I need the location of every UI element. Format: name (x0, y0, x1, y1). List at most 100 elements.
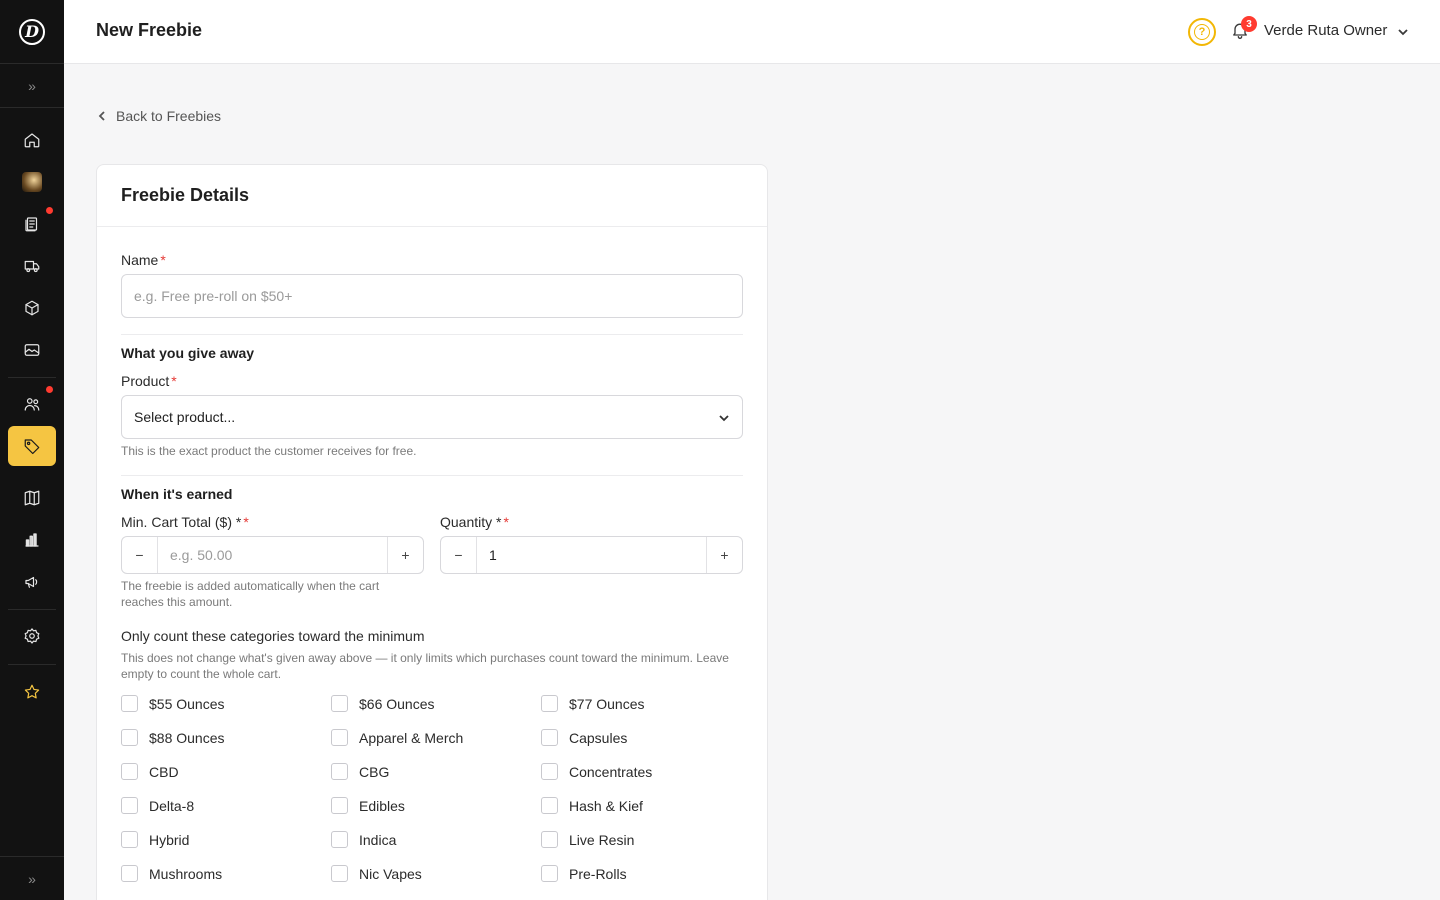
category-checkbox[interactable]: Edibles (331, 797, 405, 814)
min-cart-field[interactable] (158, 537, 387, 573)
chevron-down-icon (718, 411, 730, 423)
sidebar-item-promotions[interactable] (8, 426, 56, 466)
category-checkbox[interactable]: Indica (331, 831, 396, 848)
product-hint: This is the exact product the customer r… (121, 444, 417, 458)
book-icon (24, 490, 40, 506)
checkbox-box[interactable] (541, 797, 558, 814)
min-cart-label: Min. Cart Total ($) * * (121, 514, 249, 530)
checkbox-box[interactable] (541, 831, 558, 848)
checkbox-box[interactable] (121, 763, 138, 780)
min-cart-label-text: Min. Cart Total ($) * (121, 514, 242, 530)
category-checkbox[interactable]: $66 Ounces (331, 695, 435, 712)
checkbox-box[interactable] (331, 729, 348, 746)
sidebar-item-analytics[interactable] (8, 520, 56, 560)
sidebar-item-home[interactable] (8, 120, 56, 160)
checkbox-box[interactable] (121, 831, 138, 848)
categories-title: Only count these categories toward the m… (121, 628, 425, 644)
category-checkbox[interactable]: Hybrid (121, 831, 189, 848)
megaphone-icon (25, 576, 38, 588)
quantity-stepper[interactable]: − + (440, 536, 743, 574)
back-to-freebies-link[interactable]: Back to Freebies (96, 108, 221, 124)
sidebar-item-catalog[interactable] (8, 478, 56, 518)
name-field[interactable] (121, 274, 743, 318)
checkbox-box[interactable] (121, 797, 138, 814)
page-title: New Freebie (96, 20, 203, 40)
category-checkbox[interactable]: CBG (331, 763, 389, 780)
checkbox-box[interactable] (121, 695, 138, 712)
category-checkbox[interactable]: Apparel & Merch (331, 729, 463, 746)
quantity-decrement-button[interactable]: − (441, 537, 477, 573)
min-cart-increment-button[interactable]: + (387, 537, 423, 573)
help-button[interactable]: ? (1188, 18, 1216, 46)
checkbox-box[interactable] (331, 763, 348, 780)
quantity-increment-button[interactable]: + (706, 537, 742, 573)
user-menu[interactable]: Verde Ruta Owner (1264, 22, 1409, 39)
category-checkbox[interactable]: Mushrooms (121, 865, 222, 882)
category-label: Capsules (569, 729, 628, 746)
quantity-field[interactable] (477, 537, 706, 573)
section-divider (121, 475, 743, 476)
tag-icon (24, 439, 40, 455)
checkbox-box[interactable] (541, 729, 558, 746)
sidebar-item-media[interactable] (8, 330, 56, 370)
category-label: Nic Vapes (359, 865, 422, 882)
category-checkbox[interactable]: Nic Vapes (331, 865, 422, 882)
category-checkbox[interactable]: Capsules (541, 729, 627, 746)
quantity-input[interactable] (489, 537, 689, 573)
category-checkbox[interactable]: $77 Ounces (541, 695, 645, 712)
category-checkbox[interactable]: Live Resin (541, 831, 634, 848)
category-label: CBD (149, 763, 179, 780)
app-logo[interactable]: D (0, 0, 64, 64)
sidebar-item-products[interactable] (8, 288, 56, 328)
star-icon (24, 684, 40, 699)
sidebar-divider (8, 377, 56, 378)
min-cart-stepper[interactable]: − + (121, 536, 424, 574)
customers-alert-dot (46, 386, 53, 393)
category-label: Hybrid (149, 831, 190, 848)
category-checkbox[interactable]: $88 Ounces (121, 729, 225, 746)
delivery-icon (24, 260, 40, 273)
name-input[interactable] (134, 275, 730, 317)
checkbox-box[interactable] (541, 865, 558, 882)
collapse-sidebar-icon[interactable]: » (0, 856, 64, 900)
category-checkbox[interactable]: $55 Ounces (121, 695, 225, 712)
category-checkbox[interactable]: Concentrates (541, 763, 652, 780)
sidebar-item-delivery[interactable] (8, 246, 56, 286)
category-checkbox[interactable]: Pre-Rolls (541, 865, 627, 882)
categories-hint: This does not change what's given away a… (121, 651, 729, 681)
product-label-text: Product (121, 373, 170, 389)
category-label: $77 Ounces (569, 695, 645, 712)
required-mark: * (243, 514, 249, 530)
product-select[interactable]: Select product... (121, 395, 743, 439)
product-select-value: Select product... (134, 409, 236, 425)
min-cart-decrement-button[interactable]: − (122, 537, 158, 573)
notifications-button[interactable]: 3 (1230, 16, 1257, 44)
sidebar-item-marketing[interactable] (8, 562, 56, 602)
freebie-details-card: Freebie Details Name* What you give away… (96, 164, 768, 900)
category-label: CBG (359, 763, 390, 780)
checkbox-box[interactable] (541, 763, 558, 780)
category-checkbox[interactable]: Delta-8 (121, 797, 194, 814)
category-label: Mushrooms (149, 865, 223, 882)
card-header-divider (97, 226, 767, 227)
checkbox-box[interactable] (121, 729, 138, 746)
checkbox-box[interactable] (121, 865, 138, 882)
checkbox-box[interactable] (541, 695, 558, 712)
sidebar-item-settings[interactable] (8, 616, 56, 656)
logo-mark-icon: D (19, 18, 45, 45)
sidebar-item-store[interactable] (8, 162, 56, 202)
category-label: Indica (359, 831, 397, 848)
checkbox-box[interactable] (331, 865, 348, 882)
checkbox-box[interactable] (331, 831, 348, 848)
category-label: Live Resin (569, 831, 635, 848)
expand-sidebar-icon[interactable]: » (0, 64, 64, 108)
category-checkbox[interactable]: Hash & Kief (541, 797, 643, 814)
checkbox-box[interactable] (331, 797, 348, 814)
sidebar-item-favorites[interactable] (8, 672, 56, 712)
min-cart-input[interactable] (170, 537, 370, 573)
category-checkbox[interactable]: CBD (121, 763, 179, 780)
orders-icon (25, 217, 38, 232)
min-cart-hint: The freebie is added automatically when … (121, 579, 380, 609)
checkbox-box[interactable] (331, 695, 348, 712)
chevron-down-icon (1397, 25, 1409, 37)
